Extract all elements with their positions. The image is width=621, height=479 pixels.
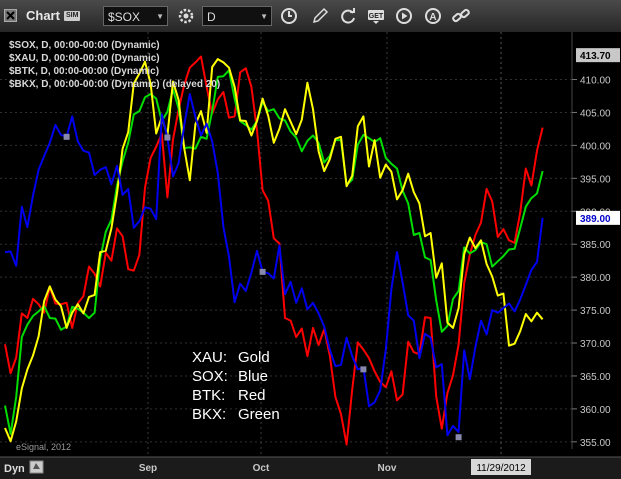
refresh-icon <box>341 8 355 24</box>
settings-button[interactable] <box>175 6 197 26</box>
get-button[interactable]: GET <box>365 6 387 26</box>
sim-badge: SIM <box>64 11 81 21</box>
price-chart[interactable]: 355.00 360.00 365.00 370.00 375.00 380.00 385.… <box>0 32 621 479</box>
watermark: eSignal, 2012 <box>16 442 71 452</box>
legend-bkx: $BKX, D, 00:00-00:00 (Dynamic) (delayed … <box>9 79 220 90</box>
legend-btk: $BTK, D, 00:00-00:00 (Dynamic) <box>9 66 159 77</box>
symbol-input[interactable]: $SOX ▼ <box>103 6 168 26</box>
y-tick-label: 360.00 <box>580 405 611 416</box>
text-button[interactable]: A <box>422 6 444 26</box>
refresh-button[interactable] <box>337 6 359 26</box>
key-btk-value: Red <box>238 387 266 404</box>
svg-text:A: A <box>429 12 436 23</box>
y-tick-label: 375.00 <box>580 306 611 317</box>
key-xau-value: Gold <box>238 349 270 366</box>
x-tick-label: Nov <box>378 463 397 474</box>
window-title: Chart <box>26 8 60 23</box>
y-tick-label: 400.00 <box>580 141 611 152</box>
clock-button[interactable] <box>278 6 300 26</box>
x-tick-label: Sep <box>139 463 157 474</box>
data-marker <box>63 133 70 140</box>
play-button[interactable] <box>393 6 415 26</box>
a-icon: A <box>425 8 441 24</box>
data-marker <box>164 134 171 141</box>
svg-text:GET: GET <box>369 13 384 20</box>
clock-icon <box>281 8 297 24</box>
data-marker <box>455 434 462 441</box>
close-icon[interactable] <box>4 9 17 22</box>
data-marker <box>360 366 367 373</box>
date-marker: 11/29/2012 <box>476 463 526 474</box>
y-tick-label: 355.00 <box>580 438 611 449</box>
get-icon: GET <box>368 10 384 24</box>
pencil-icon <box>312 7 329 24</box>
data-marker <box>259 268 266 275</box>
y-tick-label: 410.00 <box>580 76 611 87</box>
legend-xau: $XAU, D, 00:00-00:00 (Dynamic) <box>9 53 160 64</box>
interval-value: D <box>207 10 216 24</box>
key-xau-label: XAU: <box>192 349 227 366</box>
x-tick-label: Oct <box>253 463 270 474</box>
key-btk-label: BTK: <box>192 387 225 404</box>
legend-sox: $SOX, D, 00:00-00:00 (Dynamic) <box>9 40 160 51</box>
dyn-label: Dyn <box>4 463 25 475</box>
y-tick-label: 395.00 <box>580 174 611 185</box>
draw-button[interactable] <box>309 6 331 26</box>
settings-icon <box>178 8 194 24</box>
y-tick-label: 370.00 <box>580 339 611 350</box>
link-button[interactable] <box>450 6 472 26</box>
y-tick-label: 405.00 <box>580 108 611 119</box>
key-bkx-label: BKX: <box>192 406 226 423</box>
y-tick-label: 380.00 <box>580 273 611 284</box>
price-label: 413.70 <box>580 51 611 62</box>
interval-input[interactable]: D ▼ <box>202 6 272 26</box>
chevron-down-icon[interactable]: ▼ <box>156 7 164 27</box>
chevron-down-icon[interactable]: ▼ <box>260 7 268 27</box>
y-tick-label: 365.00 <box>580 372 611 383</box>
key-sox-label: SOX: <box>192 368 228 385</box>
y-tick-label: 385.00 <box>580 240 611 251</box>
key-bkx-value: Green <box>238 406 280 423</box>
play-icon <box>396 8 412 24</box>
symbol-value: $SOX <box>108 10 141 24</box>
price-label: 389.00 <box>580 214 611 225</box>
key-sox-value: Blue <box>238 368 268 385</box>
link-icon <box>452 8 470 23</box>
chart-toolbar: Chart SIM $SOX ▼ D ▼ GET A <box>0 0 621 33</box>
